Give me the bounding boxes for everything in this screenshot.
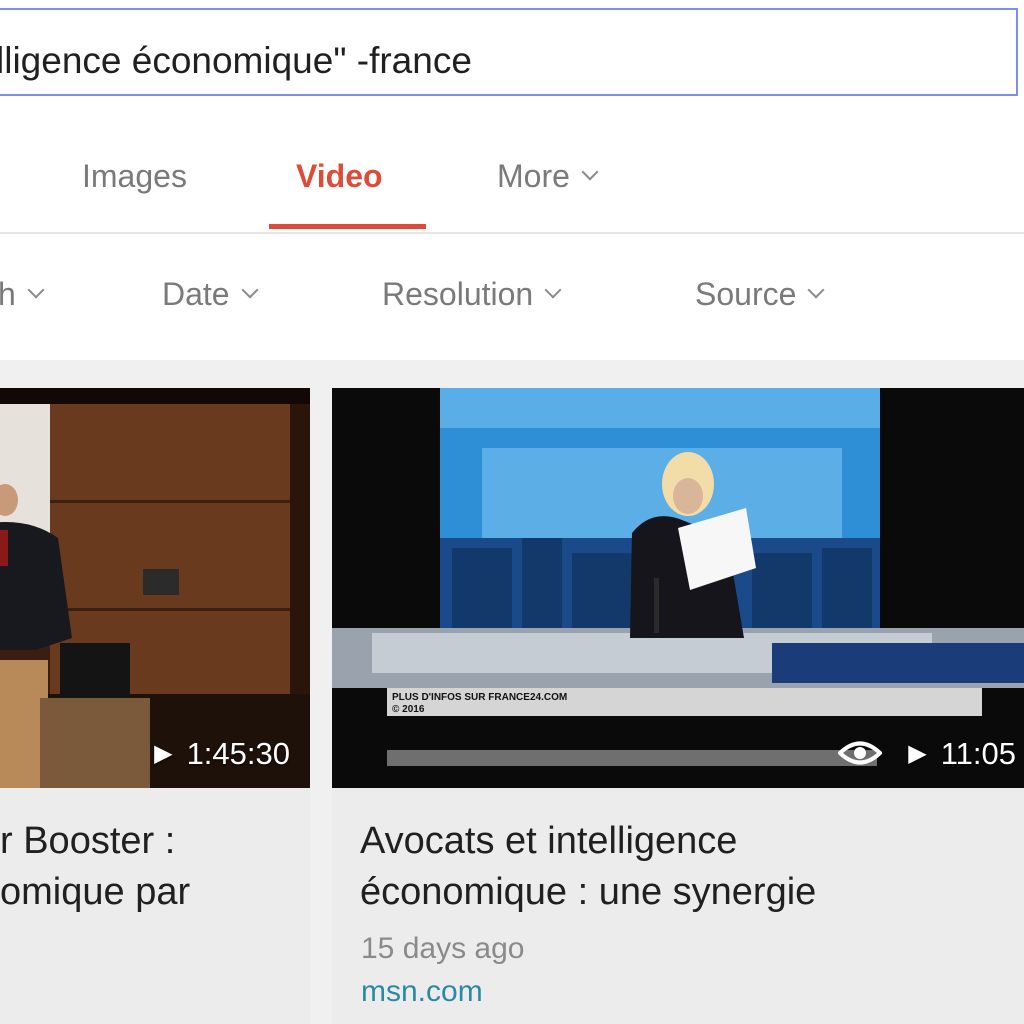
video-source[interactable]: msn.com [361, 975, 483, 1009]
chevron-down-icon [581, 163, 599, 181]
tab-bar: Images Video More [0, 128, 1024, 234]
tab-images[interactable]: Images [82, 158, 187, 195]
tab-more[interactable]: More [497, 158, 599, 195]
search-input[interactable]: lligence économique" -france [0, 40, 472, 82]
chevron-down-icon [27, 281, 45, 299]
video-title-line: r Booster : [0, 820, 176, 862]
filter-length[interactable]: h [0, 276, 45, 313]
active-tab-indicator [269, 224, 426, 229]
video-thumbnail[interactable]: ▶ 1:45:30 [0, 388, 310, 788]
video-title-line: économique : une synergie [360, 871, 817, 913]
tab-label: More [497, 158, 570, 194]
tab-label: Video [296, 158, 383, 194]
eye-icon [838, 741, 883, 765]
tab-label: Images [82, 158, 187, 194]
filter-label: h [0, 276, 16, 312]
channel-overlay-text: PLUS D'INFOS SUR FRANCE24.COM [392, 692, 567, 703]
thumbnail-image [0, 388, 310, 788]
duration-label: 1:45:30 [186, 736, 290, 771]
play-icon: ▶ [154, 740, 173, 767]
chevron-down-icon [807, 281, 825, 299]
filter-date[interactable]: Date [162, 276, 259, 313]
video-date: 15 days ago [361, 932, 525, 965]
play-icon: ▶ [908, 740, 927, 767]
video-title-line: omique par [0, 871, 191, 913]
filter-label: Resolution [382, 276, 534, 312]
video-duration: ▶ 11:05 [838, 736, 1016, 772]
filter-resolution[interactable]: Resolution [382, 276, 562, 313]
tab-video[interactable]: Video [296, 158, 383, 195]
channel-overlay-year: © 2016 [392, 704, 425, 715]
video-title[interactable]: Avocats et intelligence économique : une… [360, 816, 816, 918]
search-box[interactable]: lligence économique" -france [0, 8, 1018, 96]
video-title[interactable]: r Booster : omique par [0, 816, 190, 918]
thumbnail-image: PLUS D'INFOS SUR FRANCE24.COM © 2016 [332, 388, 1024, 788]
filter-label: Date [162, 276, 230, 312]
filter-label: Source [695, 276, 797, 312]
chevron-down-icon [544, 281, 562, 299]
video-duration: ▶ 1:45:30 [154, 736, 290, 772]
chevron-down-icon [241, 281, 259, 299]
video-thumbnail[interactable]: PLUS D'INFOS SUR FRANCE24.COM © 2016 ▶ 11… [332, 388, 1024, 788]
duration-label: 11:05 [940, 736, 1016, 771]
video-title-line: Avocats et intelligence [360, 820, 738, 862]
filter-source[interactable]: Source [695, 276, 825, 313]
